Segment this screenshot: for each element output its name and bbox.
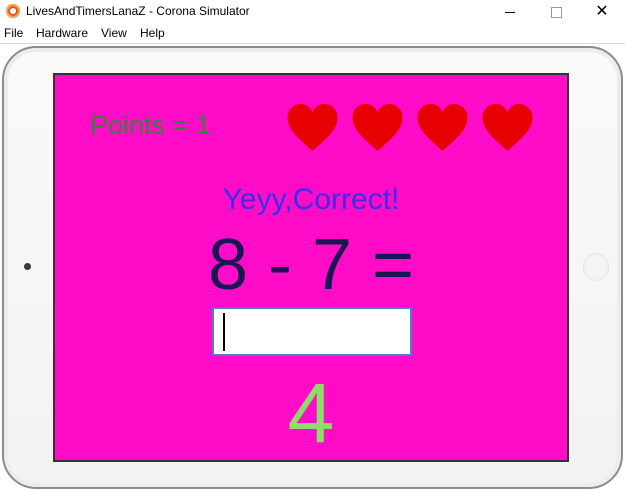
lives-display bbox=[286, 103, 534, 155]
points-label: Points = 1 bbox=[90, 110, 211, 140]
menu-help[interactable]: Help bbox=[140, 26, 165, 40]
close-icon: ✕ bbox=[595, 3, 609, 20]
game-screen: Points = 1 Yeyy,Correct! 8 - 7 = 4 bbox=[53, 73, 569, 462]
heart-icon bbox=[482, 104, 533, 151]
heart-icon bbox=[352, 104, 403, 151]
corona-app-icon bbox=[6, 4, 20, 18]
text-caret bbox=[223, 313, 225, 351]
feedback-message: Yeyy,Correct! bbox=[222, 183, 400, 216]
math-question: 8 - 7 = bbox=[207, 225, 415, 305]
minimize-icon bbox=[505, 11, 515, 13]
title-bar: LivesAndTimersLanaZ - Corona Simulator ✕ bbox=[0, 0, 625, 24]
menu-hardware[interactable]: Hardware bbox=[36, 26, 88, 40]
heart-icon bbox=[417, 104, 468, 151]
answer-input[interactable] bbox=[212, 307, 412, 356]
menu-file[interactable]: File bbox=[4, 26, 23, 40]
home-button[interactable] bbox=[583, 253, 609, 281]
result-number: 4 bbox=[287, 366, 335, 460]
window-title: LivesAndTimersLanaZ - Corona Simulator bbox=[26, 4, 250, 18]
maximize-icon bbox=[550, 6, 562, 18]
heart-icon bbox=[287, 104, 338, 151]
menu-divider bbox=[0, 43, 625, 44]
maximize-button[interactable] bbox=[533, 0, 579, 24]
close-button[interactable]: ✕ bbox=[579, 0, 625, 24]
camera-icon bbox=[24, 263, 31, 270]
menu-view[interactable]: View bbox=[101, 26, 127, 40]
menu-bar: File Hardware View Help bbox=[0, 24, 625, 43]
minimize-button[interactable] bbox=[487, 0, 533, 24]
